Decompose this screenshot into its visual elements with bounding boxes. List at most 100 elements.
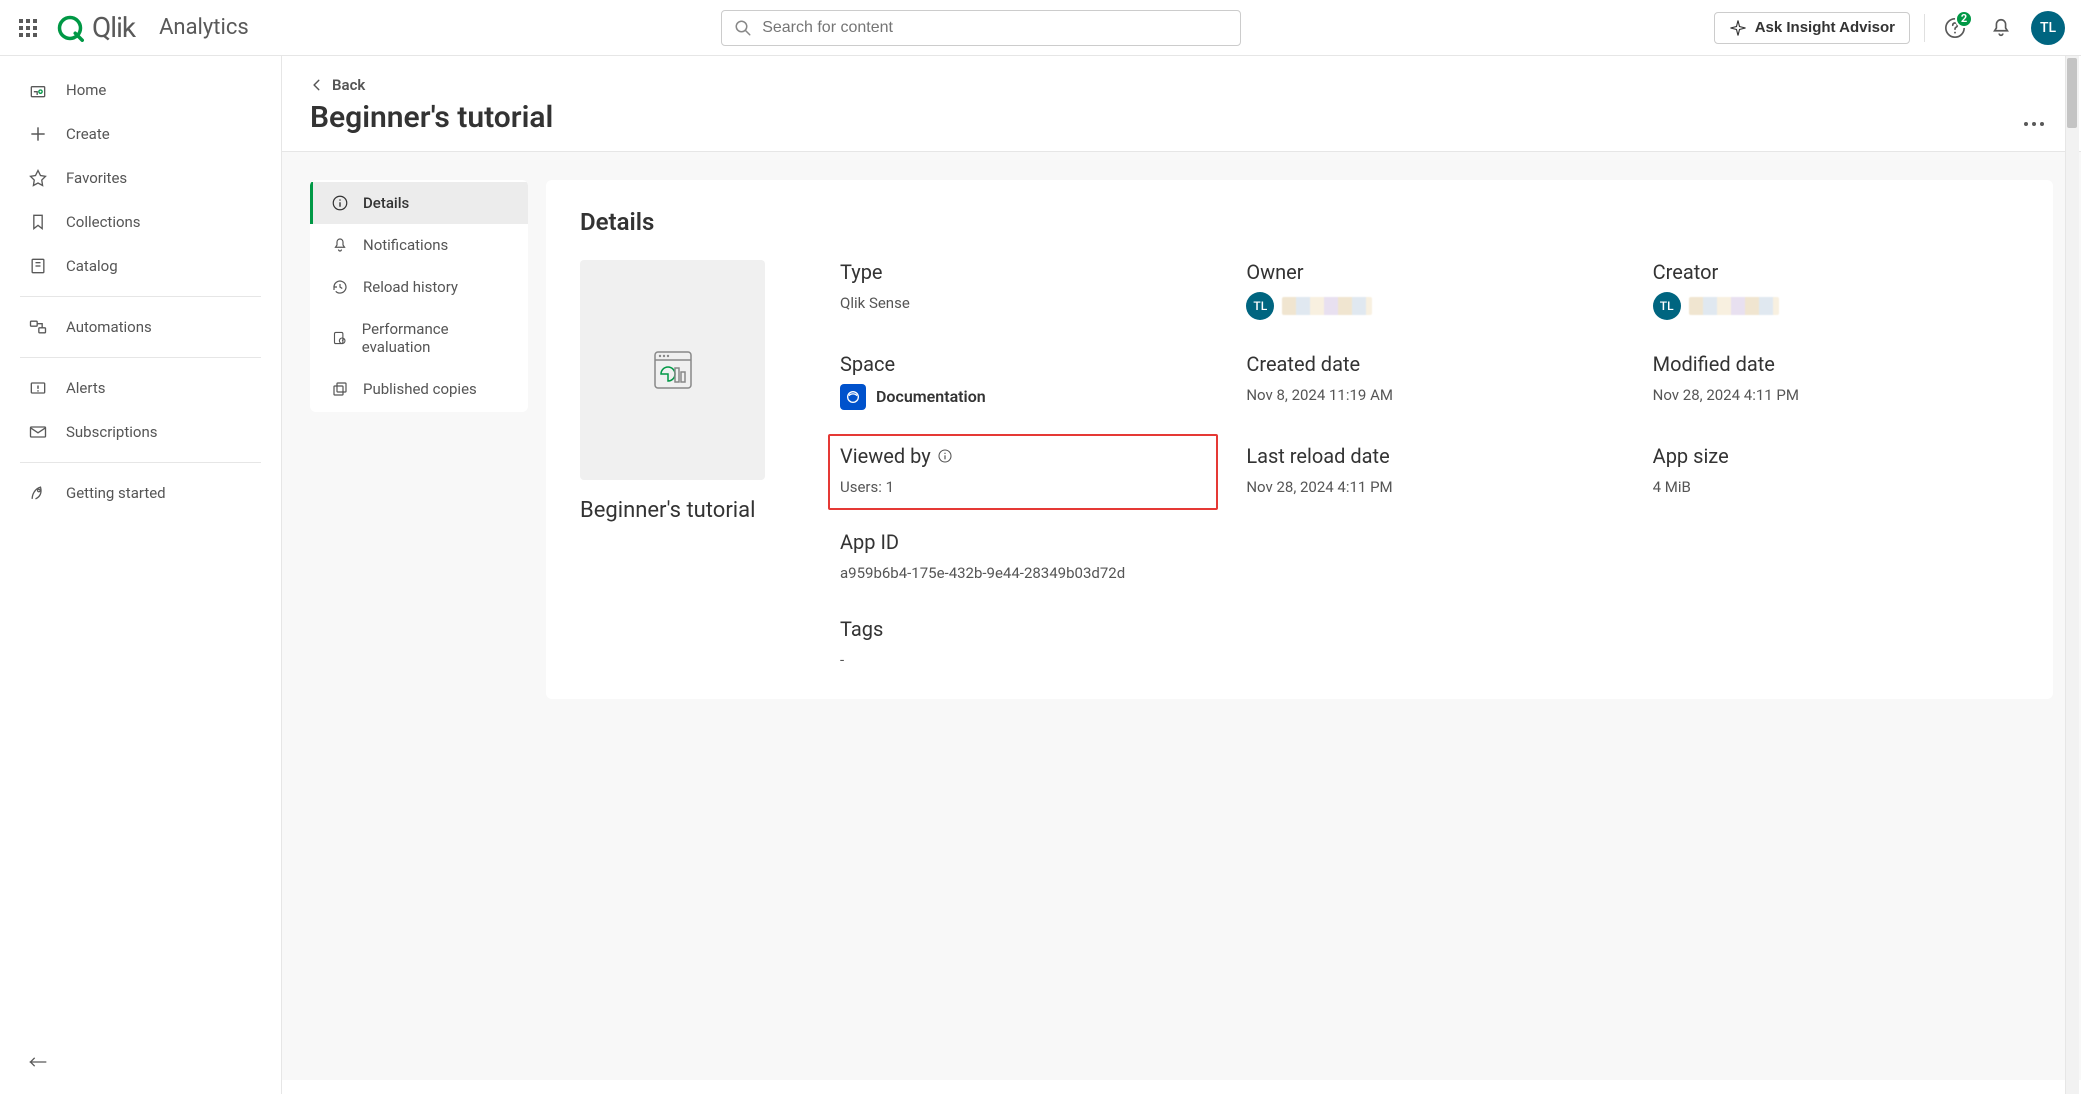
- scrollbar[interactable]: [2065, 56, 2079, 1094]
- search-box[interactable]: [721, 10, 1241, 46]
- sidebar-collapse-button[interactable]: [0, 1042, 281, 1082]
- space-badge[interactable]: Documentation: [840, 384, 986, 410]
- app-thumbnail: [580, 260, 765, 480]
- logo-text: Qlik: [92, 11, 135, 44]
- panel-title: Details: [580, 208, 2019, 236]
- field-value: -: [840, 649, 1206, 672]
- help-button[interactable]: 2: [1939, 12, 1971, 44]
- logo[interactable]: Qlik: [56, 11, 135, 44]
- panel-body: Beginner's tutorial Type Qlik Sense Owne…: [580, 260, 2019, 671]
- sidebar-item-label: Alerts: [66, 379, 106, 397]
- notifications-button[interactable]: [1985, 12, 2017, 44]
- sidebar-item-automations[interactable]: Automations: [0, 305, 281, 349]
- owner-name-redacted: [1282, 297, 1372, 315]
- app-launcher-icon[interactable]: [16, 16, 40, 40]
- main: Back Beginner's tutorial Details Notific…: [282, 56, 2081, 1094]
- product-name: Analytics: [159, 15, 249, 40]
- field-value: Qlik Sense: [840, 292, 1206, 315]
- field-label: Modified date: [1653, 352, 2019, 376]
- divider: [1924, 14, 1925, 42]
- qlik-logo-icon: [56, 14, 84, 42]
- field-last-reload: Last reload date Nov 28, 2024 4:11 PM: [1246, 444, 1612, 499]
- chevron-left-icon: [310, 78, 324, 92]
- collapse-icon: [28, 1054, 48, 1070]
- field-app-id: App ID a959b6b4-175e-432b-9e44-28349b03d…: [840, 530, 1206, 585]
- sidebar-item-catalog[interactable]: Catalog: [0, 244, 281, 288]
- divider: [20, 462, 261, 463]
- field-app-size: App size 4 MiB: [1653, 444, 2019, 499]
- sidebar-item-label: Getting started: [66, 484, 166, 502]
- divider: [20, 296, 261, 297]
- gauge-icon: [331, 329, 348, 347]
- field-value: Documentation: [840, 384, 1206, 412]
- field-label: App ID: [840, 530, 1206, 554]
- sidebar-item-collections[interactable]: Collections: [0, 200, 281, 244]
- sidebar-item-label: Home: [66, 81, 106, 99]
- fields-grid: Type Qlik Sense Owner TL Creator: [840, 260, 2019, 671]
- field-label: Last reload date: [1246, 444, 1612, 468]
- copies-icon: [331, 380, 349, 398]
- subnav-item-reload-history[interactable]: Reload history: [310, 266, 528, 308]
- info-icon[interactable]: [937, 448, 953, 464]
- scrollbar-thumb[interactable]: [2067, 58, 2077, 128]
- sparkle-icon: [1729, 19, 1747, 37]
- field-value: TL: [1653, 292, 2019, 320]
- sidebar: Home Create Favorites Collections Catalo…: [0, 56, 282, 1094]
- field-label: Viewed by: [840, 444, 1206, 468]
- bell-icon: [1990, 17, 2012, 39]
- field-value: Nov 28, 2024 4:11 PM: [1246, 476, 1612, 499]
- highlight-box: Viewed by Users: 1: [828, 434, 1218, 511]
- subnav-item-label: Published copies: [363, 380, 477, 398]
- sidebar-item-label: Subscriptions: [66, 423, 157, 441]
- field-label: Creator: [1653, 260, 2019, 284]
- automations-icon: [28, 317, 48, 337]
- plus-icon: [28, 124, 48, 144]
- sidebar-item-alerts[interactable]: Alerts: [0, 366, 281, 410]
- history-icon: [331, 278, 349, 296]
- subnav-item-notifications[interactable]: Notifications: [310, 224, 528, 266]
- field-value: 4 MiB: [1653, 476, 2019, 499]
- field-value: Users: 1: [840, 476, 1206, 499]
- ask-insight-advisor-button[interactable]: Ask Insight Advisor: [1714, 12, 1910, 44]
- field-tags: Tags -: [840, 617, 1206, 672]
- sidebar-item-label: Collections: [66, 213, 141, 231]
- sidebar-item-home[interactable]: Home: [0, 68, 281, 112]
- preview-caption: Beginner's tutorial: [580, 498, 780, 523]
- sidebar-item-label: Automations: [66, 318, 152, 336]
- field-modified-date: Modified date Nov 28, 2024 4:11 PM: [1653, 352, 2019, 407]
- sidebar-item-subscriptions[interactable]: Subscriptions: [0, 410, 281, 454]
- page-header: Back Beginner's tutorial: [282, 56, 2081, 152]
- sidebar-item-create[interactable]: Create: [0, 112, 281, 156]
- creator-name-redacted: [1689, 297, 1779, 315]
- field-space: Space Documentation: [840, 352, 1206, 412]
- subnav-item-label: Notifications: [363, 236, 448, 254]
- rocket-icon: [28, 483, 48, 503]
- subnav: Details Notifications Reload history Per…: [310, 180, 528, 412]
- header-left: Qlik Analytics: [16, 11, 249, 44]
- field-viewed-by: Viewed by Users: 1: [840, 444, 1206, 499]
- sidebar-item-favorites[interactable]: Favorites: [0, 156, 281, 200]
- search-icon: [734, 19, 752, 37]
- user-avatar[interactable]: TL: [2031, 11, 2065, 45]
- preview-column: Beginner's tutorial: [580, 260, 780, 523]
- page-title: Beginner's tutorial: [310, 100, 553, 135]
- search-input[interactable]: [762, 19, 1228, 37]
- field-owner: Owner TL: [1246, 260, 1612, 320]
- divider: [20, 357, 261, 358]
- space-icon: [840, 384, 866, 410]
- field-label: Space: [840, 352, 1206, 376]
- sidebar-item-getting-started[interactable]: Getting started: [0, 471, 281, 515]
- subnav-item-label: Reload history: [363, 278, 458, 296]
- info-icon: [331, 194, 349, 212]
- field-label: Type: [840, 260, 1206, 284]
- sidebar-item-label: Favorites: [66, 169, 127, 187]
- back-button[interactable]: Back: [310, 76, 553, 94]
- subnav-item-performance[interactable]: Performance evaluation: [310, 308, 528, 368]
- creator-avatar: TL: [1653, 292, 1681, 320]
- subnav-item-details[interactable]: Details: [310, 182, 528, 224]
- field-label: App size: [1653, 444, 2019, 468]
- subnav-item-published-copies[interactable]: Published copies: [310, 368, 528, 410]
- star-icon: [28, 168, 48, 188]
- more-actions-button[interactable]: [2015, 113, 2053, 135]
- header: Qlik Analytics Ask Insight Advisor 2 TL: [0, 0, 2081, 56]
